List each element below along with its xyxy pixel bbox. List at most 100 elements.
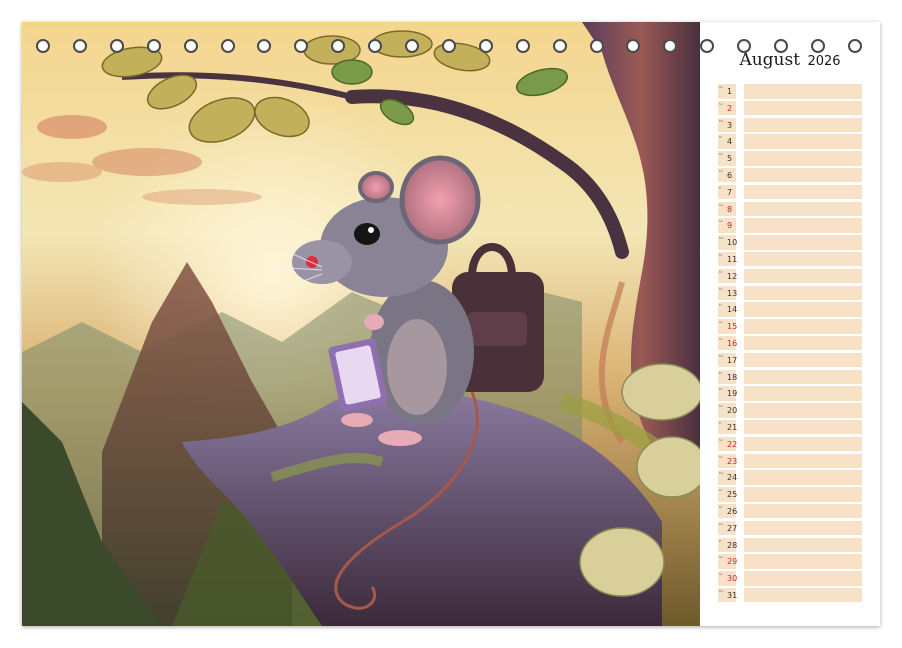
day-list: Sa 1 So 2 Mo 3 Di 4 Mi 5 Do 6 Fr 7 Sa 8 So 9 Mo 10 Di 11 Mi 12 D… <box>718 83 862 604</box>
note-cell <box>744 554 862 569</box>
weekday-label: Fr <box>719 538 722 543</box>
day-number: 29 <box>727 557 738 567</box>
weekday-label: Mo <box>719 471 724 476</box>
weekday-label: Mi <box>719 269 723 274</box>
day-row: Fr 21 <box>718 419 862 436</box>
day-cell: Sa 29 <box>718 554 738 569</box>
day-number: 24 <box>727 473 738 483</box>
day-row: Do 13 <box>718 285 862 302</box>
day-number: 20 <box>727 406 738 416</box>
day-row: Mo 24 <box>718 469 862 486</box>
weekday-label: Fr <box>719 185 722 190</box>
day-number: 28 <box>727 540 738 550</box>
weekday-label: Mo <box>719 236 724 241</box>
weekday-label: Fr <box>719 303 722 308</box>
note-cell <box>744 201 862 217</box>
day-number: 6 <box>727 170 733 180</box>
day-row: Di 25 <box>718 486 862 503</box>
day-row: Di 11 <box>718 251 862 268</box>
binding-ring <box>109 39 124 53</box>
day-row: Sa 1 <box>718 83 862 100</box>
binding-ring <box>294 39 309 53</box>
day-number: 13 <box>727 288 738 298</box>
weekday-label: So <box>719 219 723 224</box>
day-cell: Di 4 <box>718 134 736 149</box>
day-number: 12 <box>727 271 738 281</box>
day-number: 27 <box>727 523 738 533</box>
note-cell <box>744 419 862 435</box>
note-cell <box>744 352 862 368</box>
weekday-label: Fr <box>719 420 722 425</box>
day-row: Fr 14 <box>718 301 862 318</box>
day-row: Mo 10 <box>718 234 862 251</box>
note-cell <box>744 167 862 183</box>
day-cell: So 23 <box>718 453 737 469</box>
day-row: Do 20 <box>718 402 862 419</box>
binding-ring <box>36 39 50 53</box>
note-cell <box>744 151 862 166</box>
day-cell: Mo 24 <box>718 470 738 485</box>
calendar-panel: August 2026 Sa 1 So 2 Mo 3 Di 4 Mi 5 Do 6 Fr 7 Sa 8 So 9 M… <box>700 22 880 626</box>
note-cell <box>744 503 862 519</box>
day-row: Do 27 <box>718 520 862 537</box>
mouse-illustration <box>22 22 700 626</box>
day-cell: Di 11 <box>718 251 737 267</box>
day-row: Di 18 <box>718 369 862 386</box>
day-cell: Mi 19 <box>718 386 738 401</box>
day-row: Sa 8 <box>718 201 862 218</box>
note-cell <box>744 268 862 284</box>
day-cell: Do 27 <box>718 520 738 536</box>
note-cell <box>744 470 862 485</box>
day-cell: Di 18 <box>718 369 737 385</box>
day-row: Sa 29 <box>718 553 862 570</box>
day-row: So 23 <box>718 453 862 470</box>
binding-ring <box>700 39 715 53</box>
weekday-label: Mi <box>719 387 723 392</box>
day-row: So 2 <box>718 100 862 117</box>
binding-ring <box>847 39 862 53</box>
weekday-label: Di <box>719 135 723 140</box>
weekday-label: Mo <box>719 588 724 593</box>
day-number: 3 <box>727 120 733 130</box>
weekday-label: Sa <box>719 202 723 207</box>
day-row: Do 6 <box>718 167 862 184</box>
day-cell: So 16 <box>718 335 738 351</box>
day-cell: Mi 5 <box>718 151 736 166</box>
note-cell <box>744 251 862 267</box>
day-number: 5 <box>727 154 733 164</box>
binding-ring <box>626 39 641 53</box>
note-cell <box>744 369 862 385</box>
binding-ring <box>183 39 198 53</box>
day-cell: Mi 12 <box>718 268 738 284</box>
day-row: So 9 <box>718 217 862 234</box>
note-cell <box>744 403 862 418</box>
note-cell <box>744 235 862 250</box>
note-cell <box>744 117 862 133</box>
binding-ring <box>405 39 419 53</box>
day-number: 30 <box>727 574 738 584</box>
day-number: 9 <box>727 221 733 231</box>
note-cell <box>744 453 862 469</box>
day-number: 19 <box>727 389 738 399</box>
calendar-page: August 2026 Sa 1 So 2 Mo 3 Di 4 Mi 5 Do 6 Fr 7 Sa 8 So 9 M… <box>22 22 880 626</box>
binding-ring <box>589 39 604 53</box>
binding-ring <box>515 39 530 53</box>
note-cell <box>744 335 862 351</box>
binding-ring <box>368 39 383 53</box>
day-number: 16 <box>727 338 738 348</box>
weekday-label: Mi <box>719 504 723 509</box>
binding-ring <box>220 39 235 53</box>
note-cell <box>744 134 862 149</box>
day-row: Mi 19 <box>718 385 862 402</box>
day-number: 1 <box>727 87 733 96</box>
weekday-label: Mo <box>719 118 724 123</box>
day-cell: Do 13 <box>718 285 738 301</box>
day-number: 7 <box>727 187 733 197</box>
day-row: Di 4 <box>718 133 862 150</box>
day-number: 17 <box>727 355 738 365</box>
day-number: 8 <box>727 204 733 214</box>
day-row: Sa 22 <box>718 436 862 453</box>
day-cell: Sa 8 <box>718 201 736 217</box>
note-cell <box>744 319 862 334</box>
weekday-label: Mi <box>719 152 723 157</box>
